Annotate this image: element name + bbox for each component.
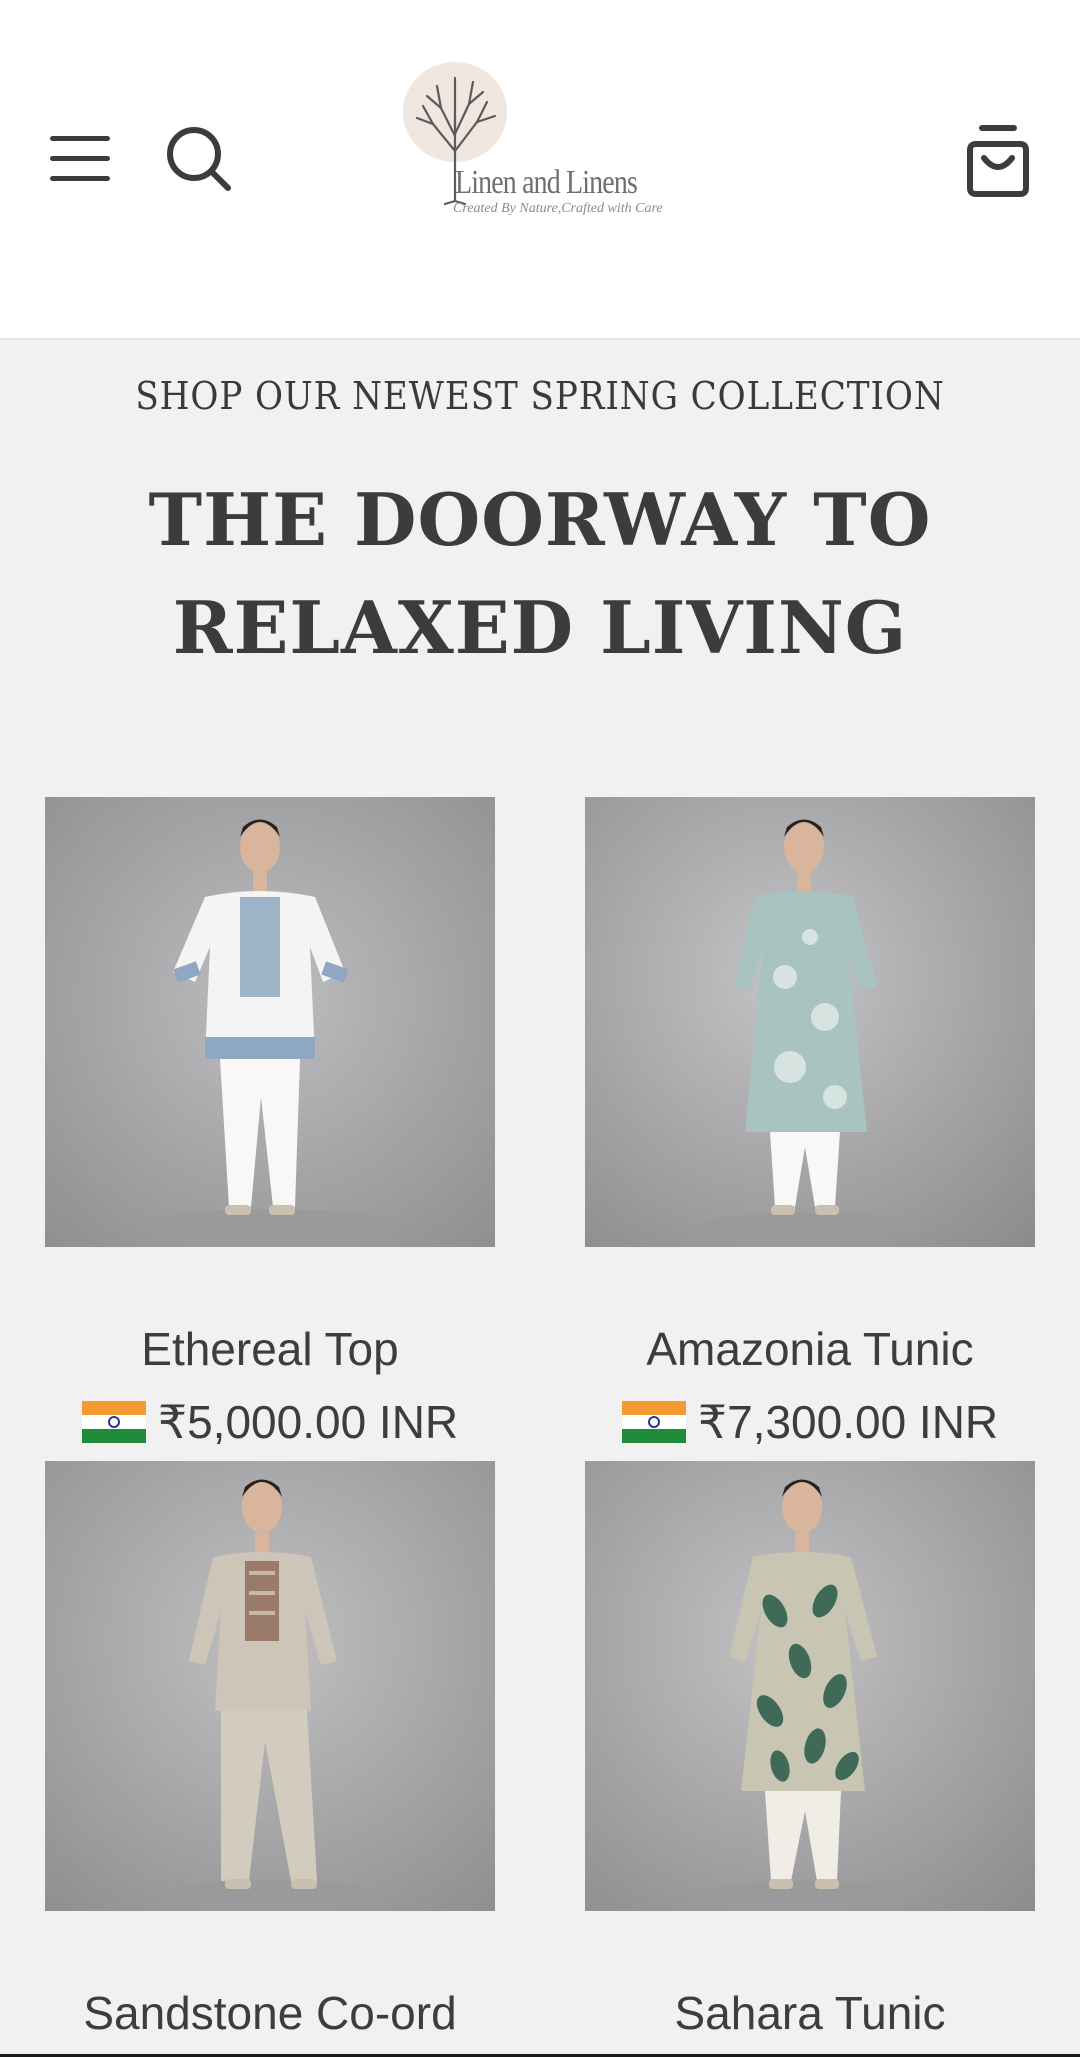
product-image-ethereal-top[interactable]: [45, 797, 495, 1247]
product-photo: [585, 797, 1035, 1247]
shopping-bag-icon: [967, 125, 1029, 197]
search-icon: [167, 127, 231, 191]
hero-headline: THE DOORWAY TO RELAXED LIVING: [148, 477, 932, 670]
collection-eyebrow: SHOP OUR NEWEST SPRING COLLECTION: [135, 374, 945, 418]
india-flag-icon: [81, 1401, 146, 1443]
product-price: ₹7,300.00 INR: [585, 1396, 1035, 1448]
logo-brand-name: Linen and Linens: [455, 164, 638, 201]
hamburger-menu-icon: [50, 136, 110, 181]
product-title[interactable]: Sandstone Co-ord: [45, 1986, 495, 2040]
product-image-amazonia-tunic[interactable]: [585, 797, 1035, 1247]
search-button[interactable]: [164, 124, 234, 194]
product-image-sahara-tunic[interactable]: [585, 1461, 1035, 1911]
product-title[interactable]: Sahara Tunic: [585, 1986, 1035, 2040]
product-title[interactable]: Amazonia Tunic: [585, 1322, 1035, 1376]
product-photo: [45, 1461, 495, 1911]
product-price: ₹5,000.00 INR: [45, 1396, 495, 1448]
product-photo: [585, 1461, 1035, 1911]
cart-button[interactable]: [962, 122, 1034, 198]
menu-button[interactable]: [48, 128, 114, 188]
product-image-sandstone-co-ord[interactable]: [45, 1461, 495, 1911]
logo-tagline: Created By Nature,Crafted with Care: [453, 201, 663, 216]
india-flag-icon: [621, 1401, 686, 1443]
brand-logo[interactable]: Linen and Linens Created By Nature,Craft…: [395, 56, 685, 226]
price-value: ₹5,000.00 INR: [157, 1396, 459, 1448]
price-value: ₹7,300.00 INR: [697, 1396, 999, 1448]
site-header: Linen and Linens Created By Nature,Craft…: [0, 0, 1080, 340]
product-photo: [45, 797, 495, 1247]
product-title[interactable]: Ethereal Top: [45, 1322, 495, 1376]
